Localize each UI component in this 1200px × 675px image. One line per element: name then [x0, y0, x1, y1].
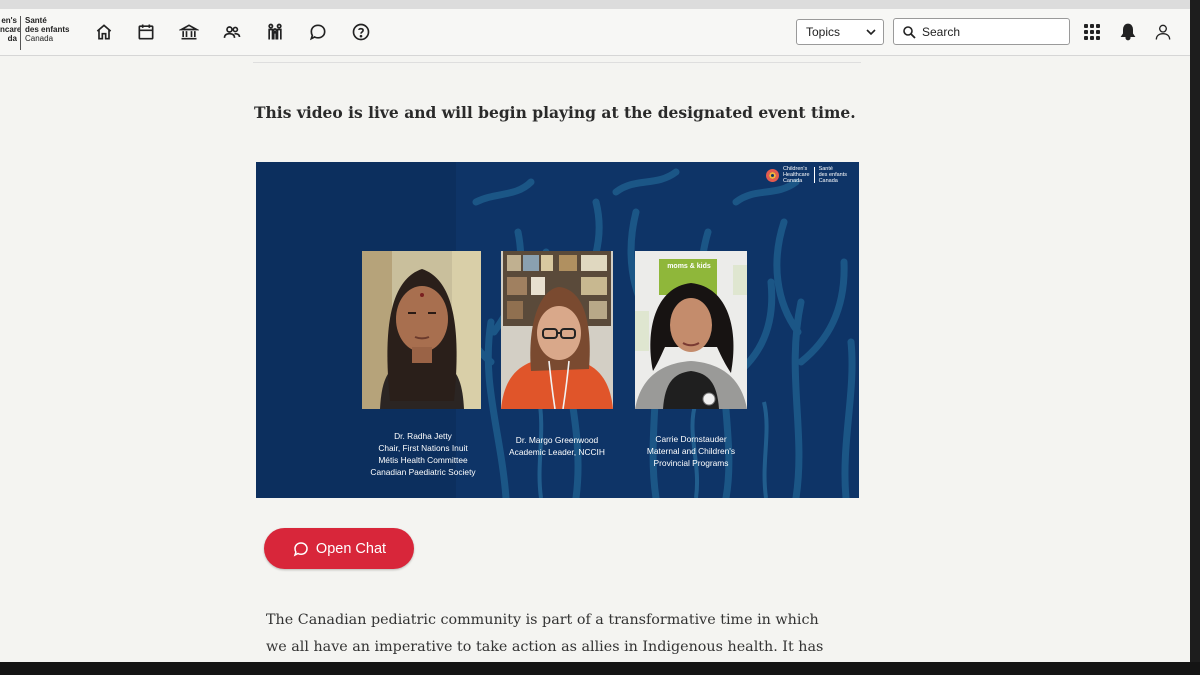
- browser-top-strip: [0, 0, 1190, 9]
- calendar-icon[interactable]: [134, 20, 158, 44]
- home-icon[interactable]: [92, 20, 116, 44]
- panelist-caption-2: Dr. Margo Greenwood Academic Leader, NCC…: [509, 435, 605, 457]
- panelist-caption-3: Carrie Dornstauder Maternal and Children…: [646, 434, 736, 468]
- top-nav: en's ncare da Santé des enfants Canada T…: [0, 9, 1190, 56]
- help-icon[interactable]: [349, 20, 373, 44]
- screen: en's ncare da Santé des enfants Canada T…: [0, 0, 1190, 662]
- panelist-video-2: [501, 251, 613, 409]
- live-video-notice: This video is live and will begin playin…: [254, 103, 856, 122]
- monitor-bezel-right: [1190, 0, 1200, 675]
- search-icon: [903, 26, 916, 39]
- backdrop-sign-text: moms & kids: [667, 263, 711, 270]
- apps-grid-icon[interactable]: [1084, 24, 1100, 40]
- library-icon[interactable]: [177, 20, 201, 44]
- family-icon[interactable]: [263, 20, 287, 44]
- intro-paragraph: The Canadian pediatric community is part…: [266, 612, 824, 655]
- chat-bubble-icon[interactable]: [306, 20, 330, 44]
- topics-dropdown[interactable]: Topics: [796, 19, 884, 45]
- panelist-video-3: moms & kids: [635, 251, 747, 409]
- panelist-video-1: [362, 251, 481, 409]
- brand-ring-icon: [765, 168, 779, 182]
- monitor-bezel-bottom: [0, 662, 1200, 675]
- chat-bubble-icon: [293, 541, 308, 556]
- search-input[interactable]: Search: [893, 18, 1070, 45]
- video-player[interactable]: Children's Healthcare Canada Santé des e…: [256, 162, 859, 498]
- content-divider: [253, 62, 861, 63]
- panelist-caption-1: Dr. Radha Jetty Chair, First Nations Inu…: [370, 431, 476, 477]
- video-brand-logo: Children's Healthcare Canada Santé des e…: [765, 166, 847, 184]
- chevron-down-icon: [866, 29, 876, 36]
- bell-icon[interactable]: [1116, 20, 1140, 44]
- site-logo[interactable]: en's ncare da Santé des enfants Canada: [0, 16, 76, 50]
- user-icon[interactable]: [1151, 20, 1175, 44]
- people-icon[interactable]: [220, 20, 244, 44]
- open-chat-button[interactable]: Open Chat: [264, 528, 414, 569]
